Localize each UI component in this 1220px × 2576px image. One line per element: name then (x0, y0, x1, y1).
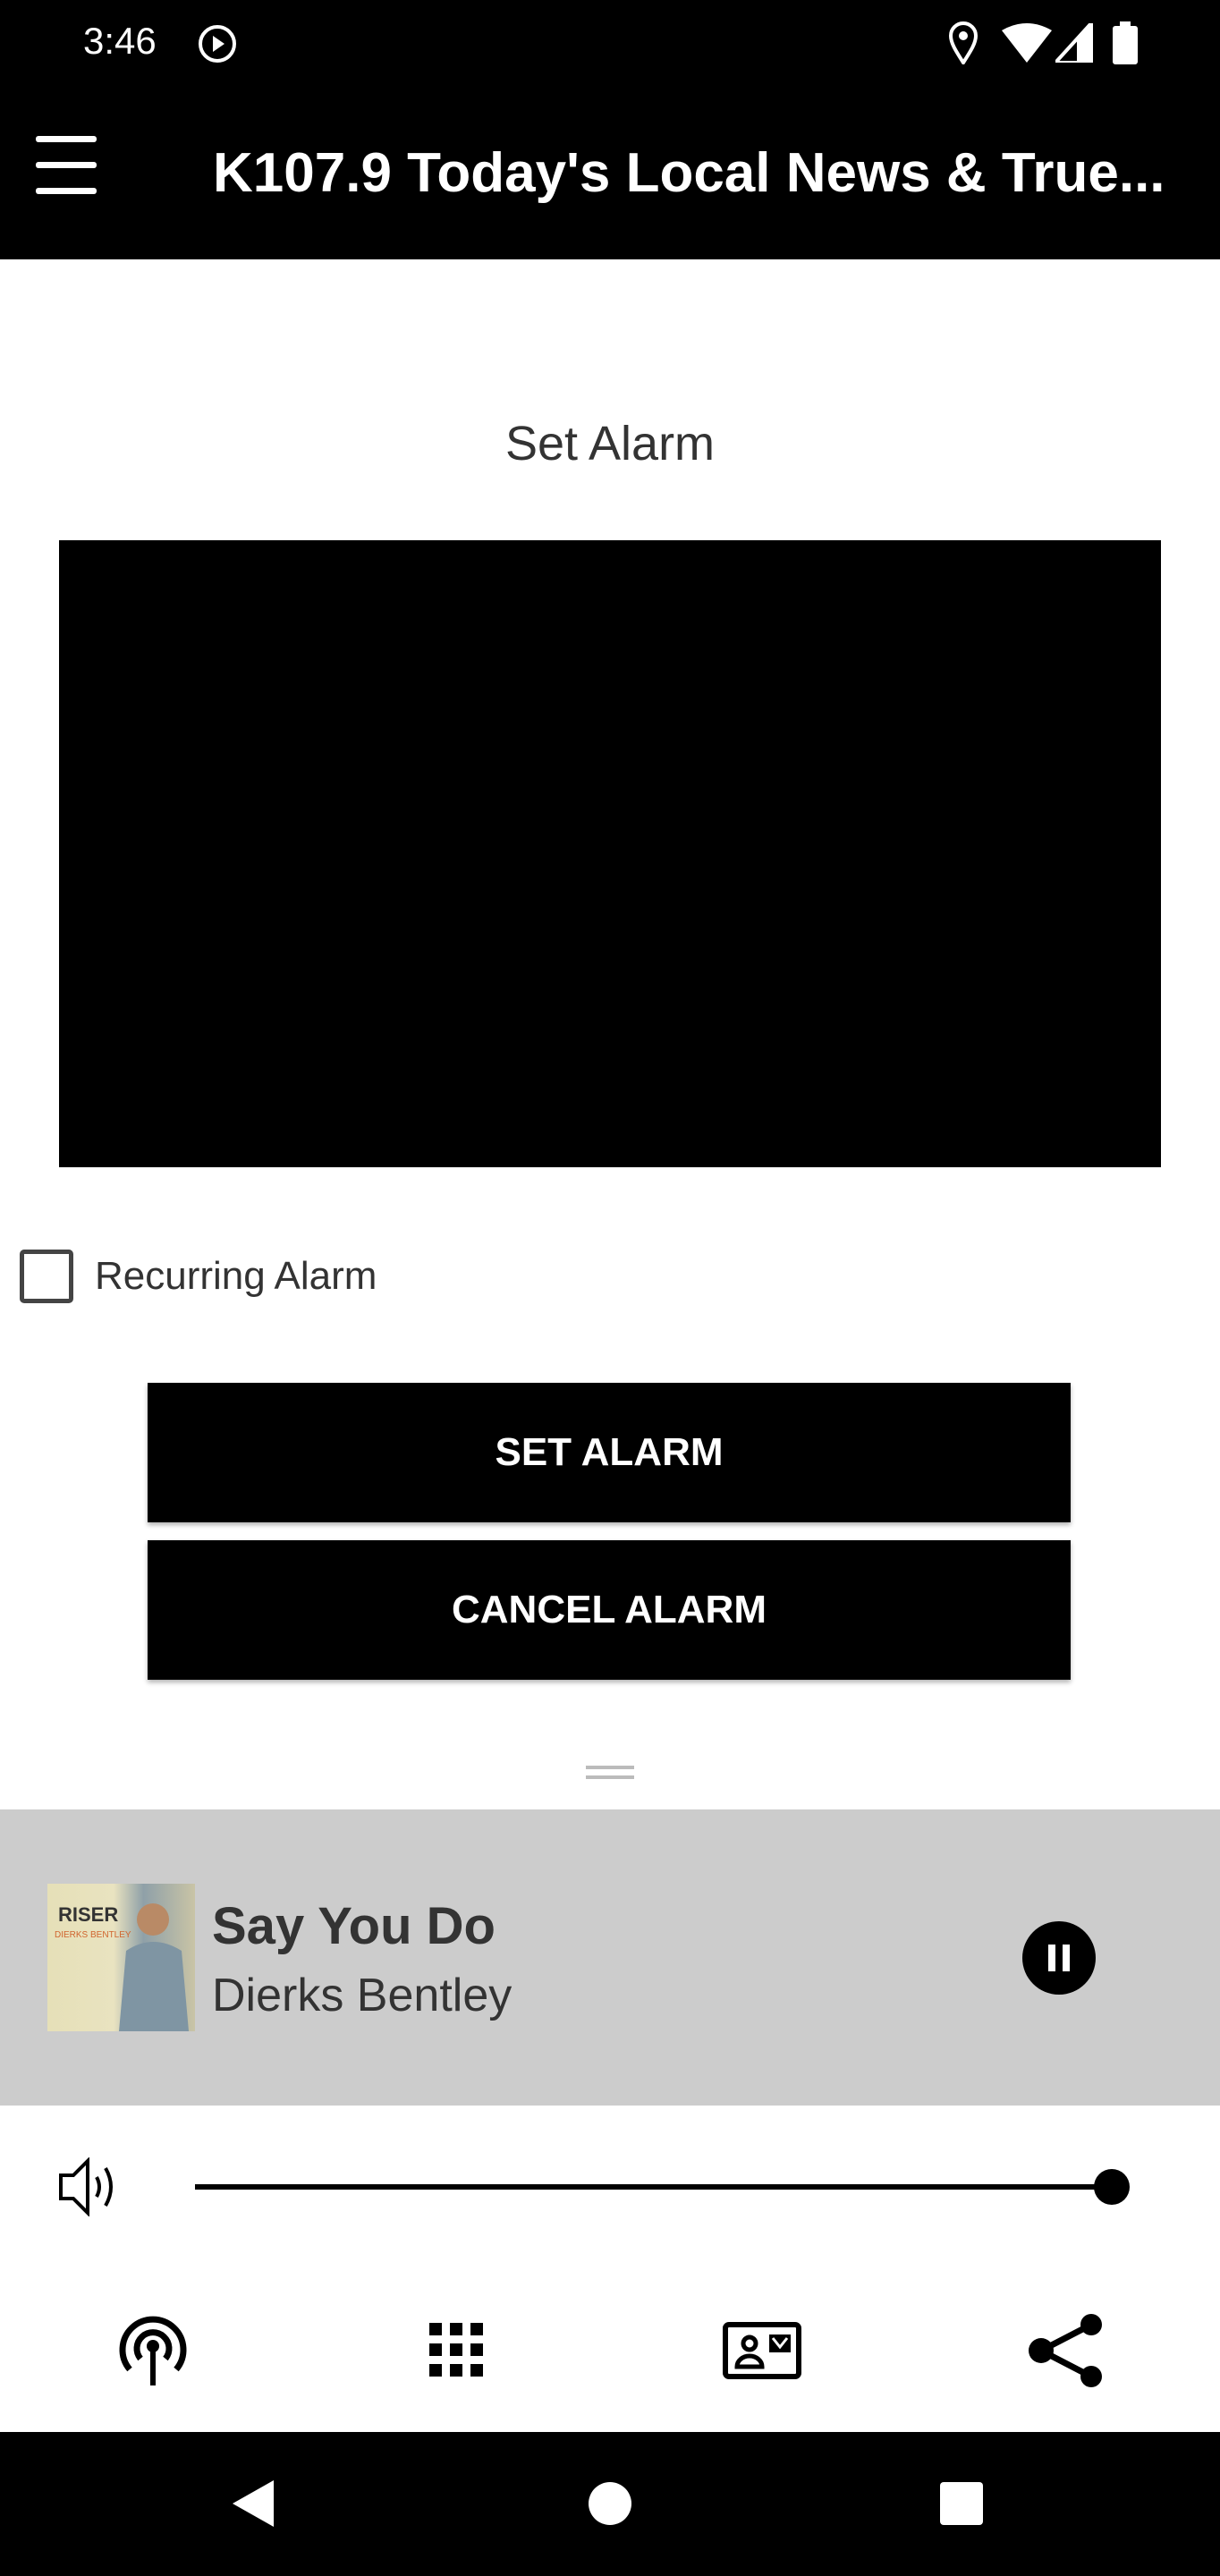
pause-button[interactable] (1022, 1921, 1096, 1995)
cancel-alarm-button[interactable]: CANCEL ALARM (148, 1540, 1071, 1680)
recents-icon[interactable] (939, 2481, 984, 2526)
drag-handle-icon[interactable] (586, 1764, 634, 1782)
song-title: Say You Do (212, 1897, 496, 1955)
set-alarm-button[interactable]: SET ALARM (148, 1383, 1071, 1522)
volume-slider-thumb[interactable] (1094, 2169, 1130, 2205)
battery-icon (1113, 21, 1138, 64)
time-picker[interactable] (59, 540, 1161, 1167)
page-heading: Set Alarm (504, 417, 716, 470)
app-title: K107.9 Today's Local News & True... (213, 142, 1165, 204)
share-icon[interactable] (1027, 2312, 1107, 2389)
back-icon[interactable] (231, 2479, 275, 2529)
signal-icon (1055, 23, 1093, 63)
home-icon[interactable] (588, 2481, 632, 2526)
volume-icon[interactable] (57, 2157, 120, 2216)
location-icon (948, 21, 979, 64)
svg-text:RISER: RISER (58, 1903, 118, 1926)
recurring-alarm-checkbox[interactable] (20, 1250, 73, 1303)
contact-card-icon[interactable] (723, 2322, 801, 2379)
system-nav-bar (0, 2432, 1220, 2576)
album-art-image: RISER DIERKS BENTLEY (55, 1903, 189, 2031)
wifi-icon (1002, 23, 1052, 63)
artist-name: Dierks Bentley (212, 1970, 513, 2021)
status-time: 3:46 (83, 20, 157, 62)
grid-icon[interactable] (429, 2323, 483, 2377)
app-bar: K107.9 Today's Local News & True... (0, 89, 1220, 259)
podcast-icon[interactable] (117, 2314, 189, 2385)
media-play-icon (199, 25, 236, 63)
status-bar: 3:46 (0, 0, 1220, 89)
volume-slider[interactable] (195, 2184, 1112, 2190)
menu-icon[interactable] (36, 134, 97, 197)
album-art: RISER DIERKS BENTLEY (47, 1884, 195, 2031)
svg-text:DIERKS BENTLEY: DIERKS BENTLEY (55, 1930, 131, 1940)
recurring-alarm-label: Recurring Alarm (95, 1254, 377, 1298)
now-playing-bar[interactable]: RISER DIERKS BENTLEY Say You Do Dierks Be… (0, 1809, 1220, 2106)
